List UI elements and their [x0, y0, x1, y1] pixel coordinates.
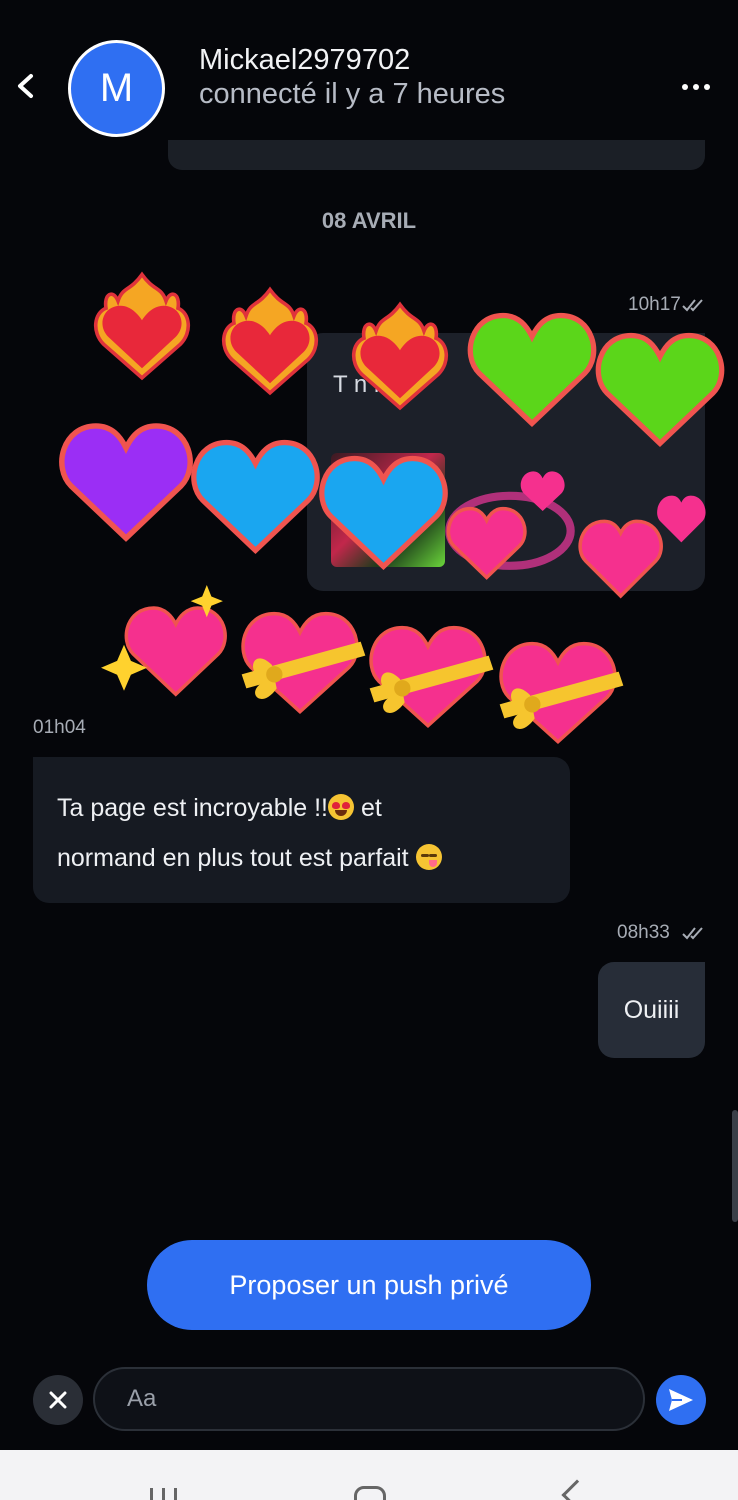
status-bar — [0, 0, 738, 14]
date-separator: 08 AVRIL — [321, 208, 417, 233]
purple-heart-icon — [56, 415, 196, 545]
double-check-icon — [682, 927, 703, 940]
incoming-message-text: Ta page est incroyable !! et normand en … — [57, 783, 546, 883]
message-time: 10h17 — [628, 294, 681, 315]
scrollbar[interactable] — [732, 1110, 738, 1222]
heart-eyes-emoji-icon — [328, 794, 354, 820]
shared-post-thumbnail[interactable] — [331, 453, 445, 567]
close-icon — [49, 1391, 67, 1409]
avatar-letter: M — [99, 66, 134, 110]
back-button[interactable] — [8, 68, 44, 104]
shared-post-bubble[interactable]: T n n o — [307, 333, 705, 591]
more-options-button[interactable] — [682, 78, 710, 98]
contact-name[interactable]: Mickael2979702 — [199, 44, 410, 77]
blue-heart-icon — [188, 432, 323, 557]
heart-with-ribbon-icon — [358, 612, 498, 732]
system-navigation-bar — [0, 1450, 738, 1500]
chat-header: M Mickael2979702 connecté il y a 7 heure… — [0, 30, 738, 146]
message-line-2: normand en plus tout est parfait — [57, 844, 416, 872]
send-icon — [669, 1389, 693, 1411]
close-composer-button[interactable] — [33, 1375, 83, 1425]
system-back-icon[interactable] — [561, 1479, 593, 1500]
shared-post-caption: T n n o — [333, 371, 408, 398]
avatar[interactable]: M — [68, 40, 165, 137]
message-time: 01h04 — [33, 717, 86, 738]
contact-status: connecté il y a 7 heures — [199, 78, 506, 110]
heart-with-ribbon-icon — [230, 598, 370, 718]
sparkling-heart-icon — [100, 585, 240, 700]
message-line-1: Ta page est incroyable !! — [57, 794, 328, 822]
double-check-icon — [682, 299, 703, 312]
incoming-message-bubble[interactable]: Ta page est incroyable !! et normand en … — [33, 757, 570, 903]
heart-on-fire-icon — [82, 265, 202, 385]
propose-private-push-button[interactable]: Proposer un push privé — [147, 1240, 591, 1330]
recent-apps-icon[interactable] — [150, 1488, 180, 1500]
message-time: 08h33 — [617, 922, 670, 943]
outgoing-message-bubble[interactable]: Ouiiii — [598, 962, 705, 1058]
previous-message-bubble — [168, 140, 705, 170]
home-icon[interactable] — [354, 1486, 386, 1500]
heart-with-ribbon-icon — [488, 628, 628, 748]
chevron-left-icon — [18, 74, 33, 98]
send-button[interactable] — [656, 1375, 706, 1425]
message-input[interactable] — [93, 1367, 645, 1431]
yum-emoji-icon — [415, 844, 442, 870]
message-line-1-end: et — [354, 794, 382, 822]
